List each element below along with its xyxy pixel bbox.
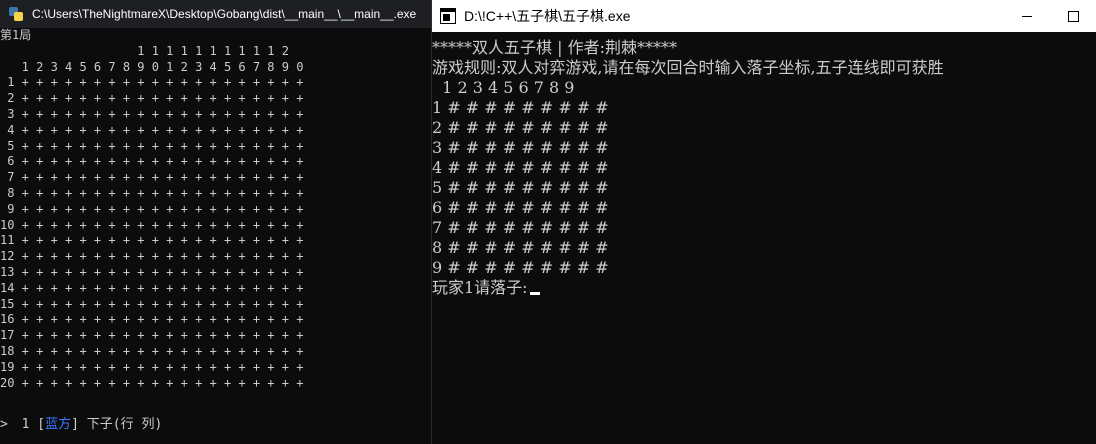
console-line: 16 + + + + + + + + + + + + + + + + + + +…	[0, 312, 304, 327]
prompt-side: 蓝方	[45, 417, 72, 432]
maximize-button[interactable]	[1050, 0, 1096, 32]
console-line: 1 2 3 4 5 6 7 8 9 0 1 2 3 4 5 6 7 8 9 0	[0, 59, 304, 74]
prompt-arrow-icon: >	[0, 417, 8, 432]
move-prompt: > 1 [蓝方] 下子(行 列)	[0, 413, 162, 432]
input-line[interactable]: 玩家1请落子:	[432, 278, 1096, 298]
console-line: 游戏规则:双人对弈游戏,请在每次回合时输入落子坐标,五子连线即可获胜	[432, 58, 944, 77]
input-prompt: 玩家1请落子:	[432, 278, 528, 297]
console-line: 3 + + + + + + + + + + + + + + + + + + + …	[0, 106, 304, 121]
right-window-title: D:\!C++\五子棋\五子棋.exe	[464, 8, 631, 24]
text-cursor	[529, 292, 540, 295]
console-line: 1 1 1 1 1 1 1 1 1 1 2	[0, 43, 289, 58]
right-titlebar[interactable]: D:\!C++\五子棋\五子棋.exe	[432, 0, 1096, 32]
python-icon	[8, 6, 24, 22]
console-line: 17 + + + + + + + + + + + + + + + + + + +…	[0, 328, 304, 343]
console-line: 6 + + + + + + + + + + + + + + + + + + + …	[0, 154, 304, 169]
prompt-number: 1 [	[13, 417, 46, 432]
left-terminal-output[interactable]: 第1局 1 1 1 1 1 1 1 1 1 1 2 1 2 3 4 5 6 7 …	[0, 28, 431, 444]
console-line: 5 # # # # # # # # #	[432, 178, 609, 197]
console-line: 18 + + + + + + + + + + + + + + + + + + +…	[0, 343, 304, 358]
console-line: 1 # # # # # # # # #	[432, 98, 609, 117]
wuziqi-console-window[interactable]: D:\!C++\五子棋\五子棋.exe *****双人五子棋 | 作者:荆棘**…	[431, 0, 1096, 444]
console-line: 14 + + + + + + + + + + + + + + + + + + +…	[0, 280, 304, 295]
console-line: 第1局	[0, 28, 32, 42]
console-line: 6 # # # # # # # # #	[432, 198, 609, 217]
console-line: 4 + + + + + + + + + + + + + + + + + + + …	[0, 122, 304, 137]
maximize-icon	[1067, 10, 1079, 22]
console-line: 8 # # # # # # # # #	[432, 238, 609, 257]
console-line: 11 + + + + + + + + + + + + + + + + + + +…	[0, 233, 304, 248]
console-line: 7 + + + + + + + + + + + + + + + + + + + …	[0, 170, 304, 185]
minimize-icon	[1022, 15, 1032, 17]
console-line: 19 + + + + + + + + + + + + + + + + + + +…	[0, 359, 304, 374]
console-line: 20 + + + + + + + + + + + + + + + + + + +…	[0, 375, 304, 390]
minimize-button[interactable]	[1004, 0, 1050, 32]
console-line: 5 + + + + + + + + + + + + + + + + + + + …	[0, 138, 304, 153]
right-terminal-output[interactable]: *****双人五子棋 | 作者:荆棘***** 游戏规则:双人对弈游戏,请在每次回…	[432, 38, 1096, 444]
console-line: 2 # # # # # # # # #	[432, 118, 609, 137]
console-line: *****双人五子棋 | 作者:荆棘*****	[432, 38, 677, 57]
left-titlebar[interactable]: C:\Users\TheNightmareX\Desktop\Gobang\di…	[0, 0, 431, 28]
prompt-instruction: ] 下子(行 列)	[71, 417, 163, 432]
console-line: 2 + + + + + + + + + + + + + + + + + + + …	[0, 91, 304, 106]
console-line: 15 + + + + + + + + + + + + + + + + + + +…	[0, 296, 304, 311]
console-line: 1 2 3 4 5 6 7 8 9	[432, 78, 575, 97]
console-line: 8 + + + + + + + + + + + + + + + + + + + …	[0, 185, 304, 200]
console-line: 7 # # # # # # # # #	[432, 218, 609, 237]
console-line: 12 + + + + + + + + + + + + + + + + + + +…	[0, 249, 304, 264]
console-line: 13 + + + + + + + + + + + + + + + + + + +…	[0, 264, 304, 279]
console-line: 9 # # # # # # # # #	[432, 258, 609, 277]
console-line: 10 + + + + + + + + + + + + + + + + + + +…	[0, 217, 304, 232]
console-line: 3 # # # # # # # # #	[432, 138, 609, 157]
console-app-icon	[440, 8, 456, 24]
console-line: 9 + + + + + + + + + + + + + + + + + + + …	[0, 201, 304, 216]
left-window-title: C:\Users\TheNightmareX\Desktop\Gobang\di…	[32, 7, 417, 21]
console-line: 1 + + + + + + + + + + + + + + + + + + + …	[0, 75, 304, 90]
console-line: 4 # # # # # # # # #	[432, 158, 609, 177]
gobang-console-window[interactable]: C:\Users\TheNightmareX\Desktop\Gobang\di…	[0, 0, 431, 444]
